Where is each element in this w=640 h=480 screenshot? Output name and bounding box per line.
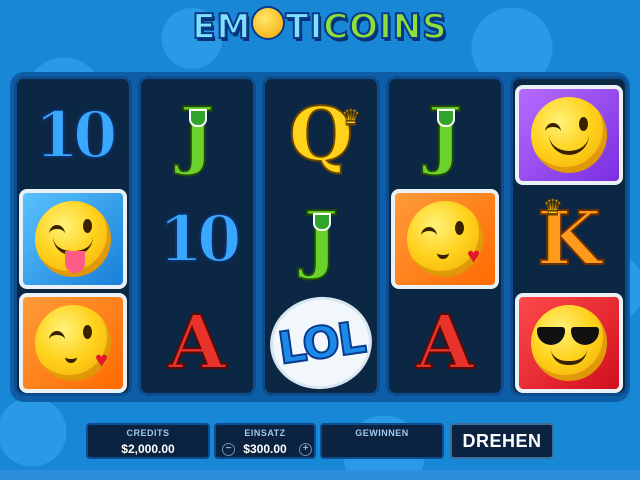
credits-panel: CREDITS $2,000.00 (86, 423, 210, 459)
emoji-eye (455, 221, 464, 235)
emoji-tongue (65, 251, 85, 273)
symbol-label: A (167, 300, 226, 386)
symbol-j: J (389, 83, 501, 187)
symbol-10: 10 (17, 83, 129, 187)
smiley-logo-icon (251, 6, 286, 40)
emoji-eye (83, 219, 92, 233)
bet-label: EINSATZ (244, 428, 286, 438)
shield-icon (189, 109, 207, 127)
lol-label: LOL (274, 311, 368, 375)
heart-icon: ♥ (467, 243, 481, 268)
emoji-eye (579, 117, 588, 131)
bet-panel: EINSATZ − $300.00 + (214, 423, 316, 459)
emoji-mouth (437, 247, 449, 259)
win-panel: GEWINNEN (320, 423, 444, 459)
symbol-wink-emoji (515, 85, 623, 185)
symbol-lol: LOL (264, 290, 378, 396)
symbol-sunglasses-emoji (515, 293, 623, 393)
crown-icon: ♛ (341, 105, 362, 131)
symbol-kiss-emoji: ♥ (19, 293, 127, 393)
sunglasses-emoji-icon (531, 305, 607, 381)
heart-icon: ♥ (95, 347, 109, 372)
logo-text-part1: EM (191, 6, 252, 48)
wink-emoji-icon (531, 97, 607, 173)
credits-value: $2,000.00 (121, 442, 175, 456)
kiss-emoji-icon: ♥ (407, 201, 483, 277)
shield-icon (437, 109, 455, 127)
logo-text-part3: COINS (322, 6, 448, 48)
symbol-label: 10 (33, 97, 118, 174)
reel-3: Q ♛ J LOL (262, 76, 380, 396)
credits-label: CREDITS (126, 428, 170, 438)
emoji-wink (49, 331, 65, 340)
lol-bubble-icon: LOL (264, 290, 378, 396)
reel-5: K ♛ (510, 76, 628, 396)
emoji-mouth (551, 349, 587, 365)
reel-4: J ♥ A (386, 76, 504, 396)
symbol-a: A (389, 291, 501, 395)
emoji-eye (83, 325, 92, 339)
tongue-emoji-icon (35, 201, 111, 277)
symbol-k: K ♛ (513, 187, 625, 291)
reel-1: 10 ♥ (14, 76, 132, 396)
emoji-mouth (549, 135, 589, 155)
reel-area: 10 ♥ J 10 A Q ♛ J LOL J ♥ A K ♛ (10, 72, 630, 402)
shield-icon (313, 213, 331, 231)
emoji-wink (421, 227, 437, 236)
symbol-a: A (141, 291, 253, 395)
spin-button[interactable]: DREHEN (450, 423, 554, 459)
sunglasses-icon (537, 327, 601, 345)
symbol-tongue-emoji (19, 189, 127, 289)
symbol-kiss-emoji: ♥ (391, 189, 499, 289)
bottom-bar (0, 470, 640, 480)
symbol-label: A (415, 300, 474, 386)
kiss-emoji-icon: ♥ (35, 305, 111, 381)
crown-icon: ♛ (543, 195, 564, 221)
symbol-j: J (265, 187, 377, 291)
symbol-j: J (141, 83, 253, 187)
game-logo: EM TICOINS (0, 6, 640, 48)
increase-bet-button[interactable]: + (299, 443, 312, 456)
win-label: GEWINNEN (355, 428, 409, 438)
symbol-q: Q ♛ (265, 83, 377, 187)
symbol-10: 10 (141, 187, 253, 291)
emoji-wink (49, 225, 65, 234)
logo-text-part2: TI (284, 6, 324, 48)
emoji-mouth (65, 351, 77, 363)
reel-2: J 10 A (138, 76, 256, 396)
emoji-wink (545, 123, 561, 132)
symbol-label: 10 (157, 201, 242, 278)
